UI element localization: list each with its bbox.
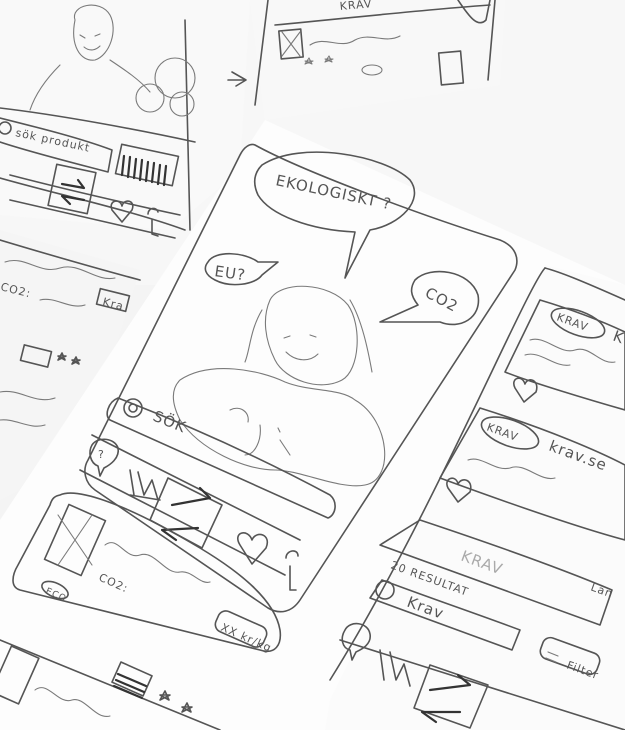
svg-text:?: ? — [98, 448, 105, 461]
sketch-photo: sök produkt KRAV CO2: Kra EKOLOGISKT ? E… — [0, 0, 625, 730]
